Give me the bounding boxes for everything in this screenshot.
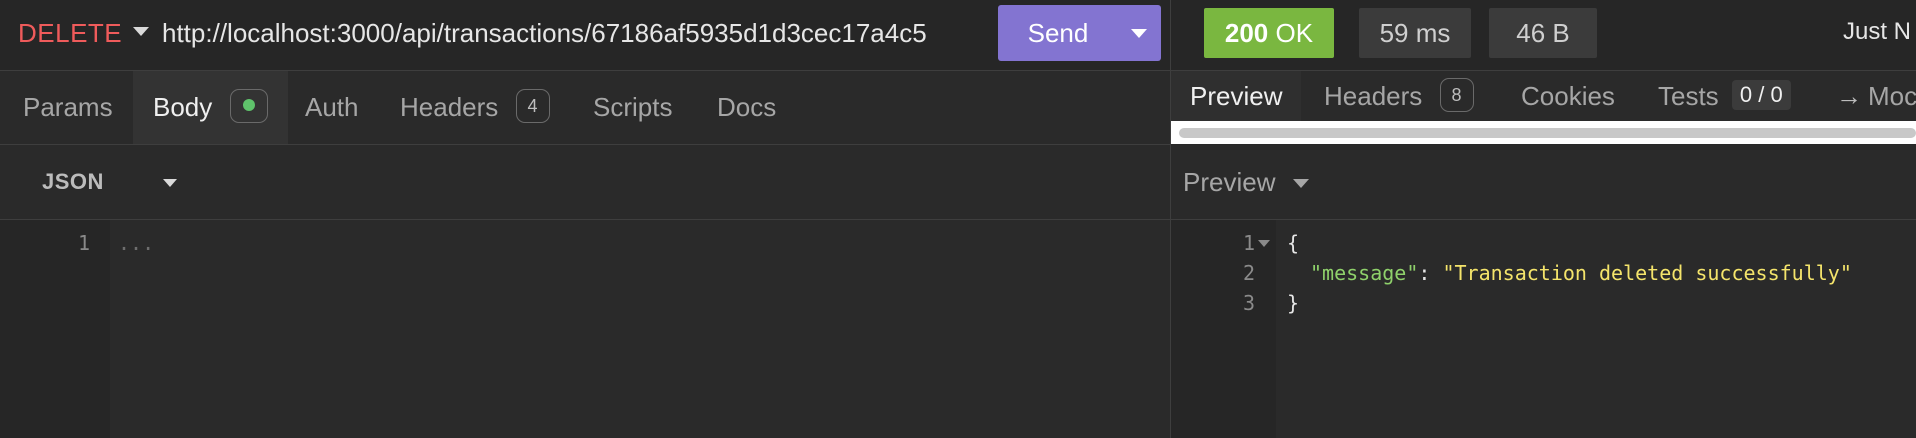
response-headers-count-badge: 8 bbox=[1439, 78, 1474, 113]
response-gutter: 1 2 3 bbox=[1171, 220, 1276, 438]
response-status-bar: 200 OK 59 ms 46 B Just N bbox=[1171, 0, 1916, 71]
json-line: "message": "Transaction deleted successf… bbox=[1310, 261, 1852, 285]
http-method-selector[interactable]: DELETE bbox=[18, 18, 122, 49]
response-timestamp[interactable]: Just N bbox=[1843, 18, 1911, 46]
tab-body-label: Body bbox=[153, 92, 213, 122]
tab-mock-label: Moc bbox=[1868, 81, 1916, 111]
send-options-chevron-icon[interactable] bbox=[1131, 29, 1147, 38]
status-text: OK bbox=[1275, 18, 1314, 48]
preview-toolbar: Preview bbox=[1171, 145, 1916, 220]
response-time-badge: 59 ms bbox=[1359, 8, 1471, 58]
tab-docs[interactable]: Docs bbox=[717, 71, 776, 144]
editor-gutter: 1 bbox=[0, 220, 110, 438]
editor-placeholder: ... bbox=[118, 231, 155, 255]
tab-tests[interactable]: Tests 0 / 0 bbox=[1658, 71, 1791, 121]
json-line: } bbox=[1287, 291, 1299, 315]
request-body-editor[interactable]: 1 ... bbox=[0, 220, 1170, 438]
tab-docs-label: Docs bbox=[717, 92, 777, 122]
send-button-label: Send bbox=[1027, 18, 1089, 48]
url-bar: DELETE http://localhost:3000/api/transac… bbox=[0, 0, 1170, 71]
url-input[interactable]: http://localhost:3000/api/transactions/6… bbox=[162, 18, 927, 49]
tabs-scrollbar[interactable] bbox=[1171, 121, 1916, 144]
tab-cookies[interactable]: Cookies bbox=[1521, 71, 1615, 121]
json-line: { bbox=[1287, 231, 1299, 255]
json-close-brace: } bbox=[1287, 291, 1300, 315]
app-window: DELETE http://localhost:3000/api/transac… bbox=[0, 0, 1916, 438]
line-number: 1 bbox=[1242, 231, 1255, 255]
arrow-right-icon: → bbox=[1836, 81, 1862, 111]
fold-chevron-down-icon[interactable] bbox=[1258, 240, 1270, 247]
body-format-selector[interactable]: JSON bbox=[42, 169, 104, 195]
body-format-toolbar: JSON bbox=[0, 145, 1170, 220]
status-badge: 200 OK bbox=[1204, 8, 1334, 58]
tab-cookies-label: Cookies bbox=[1521, 81, 1615, 111]
line-number: 2 bbox=[1242, 261, 1255, 285]
tab-scripts[interactable]: Scripts bbox=[593, 71, 672, 144]
tab-scripts-label: Scripts bbox=[593, 92, 673, 122]
json-colon: : bbox=[1418, 261, 1443, 285]
tests-count-badge: 0 / 0 bbox=[1731, 80, 1791, 111]
tab-preview-label: Preview bbox=[1190, 81, 1283, 111]
headers-count-badge: 4 bbox=[515, 89, 550, 124]
preview-mode-dropdown-icon[interactable] bbox=[1293, 179, 1309, 188]
response-tabs: Preview Headers 8 Cookies Tests 0 / 0 → M… bbox=[1171, 71, 1916, 121]
tab-params-label: Params bbox=[23, 92, 113, 122]
line-number: 1 bbox=[77, 231, 90, 255]
request-tabs: Params Body Auth Headers 4 Scripts Docs bbox=[0, 71, 1170, 145]
scrollbar-thumb[interactable] bbox=[1179, 128, 1916, 138]
tab-headers-label: Headers bbox=[400, 92, 499, 122]
body-status-badge bbox=[229, 89, 268, 124]
tab-body[interactable]: Body bbox=[133, 71, 288, 144]
json-string-value: "Transaction deleted successfully" bbox=[1442, 261, 1852, 285]
tab-headers[interactable]: Headers 4 bbox=[400, 71, 550, 144]
tab-preview[interactable]: Preview bbox=[1171, 71, 1302, 121]
tab-response-headers-label: Headers bbox=[1324, 81, 1423, 111]
tab-mock[interactable]: → Moc bbox=[1836, 71, 1916, 121]
body-active-dot-icon bbox=[242, 99, 255, 112]
preview-mode-selector[interactable]: Preview bbox=[1183, 167, 1275, 198]
tab-auth-label: Auth bbox=[305, 92, 359, 122]
status-code: 200 bbox=[1224, 18, 1269, 48]
tab-auth[interactable]: Auth bbox=[305, 71, 359, 144]
tab-params[interactable]: Params bbox=[23, 71, 113, 144]
response-body-viewer[interactable]: 1 2 3 { "message": "Transaction deleted … bbox=[1171, 220, 1916, 438]
body-format-dropdown-icon[interactable] bbox=[163, 179, 177, 187]
json-key: "message" bbox=[1310, 261, 1419, 285]
json-open-brace: { bbox=[1287, 231, 1300, 255]
response-size-badge: 46 B bbox=[1489, 8, 1597, 58]
tab-tests-label: Tests bbox=[1658, 81, 1719, 111]
method-dropdown-icon[interactable] bbox=[133, 27, 149, 36]
tab-response-headers[interactable]: Headers 8 bbox=[1324, 71, 1474, 121]
request-pane: DELETE http://localhost:3000/api/transac… bbox=[0, 0, 1171, 438]
send-button[interactable]: Send bbox=[998, 5, 1161, 61]
response-pane: 200 OK 59 ms 46 B Just N Preview Headers… bbox=[1171, 0, 1916, 438]
line-number: 3 bbox=[1242, 291, 1255, 315]
